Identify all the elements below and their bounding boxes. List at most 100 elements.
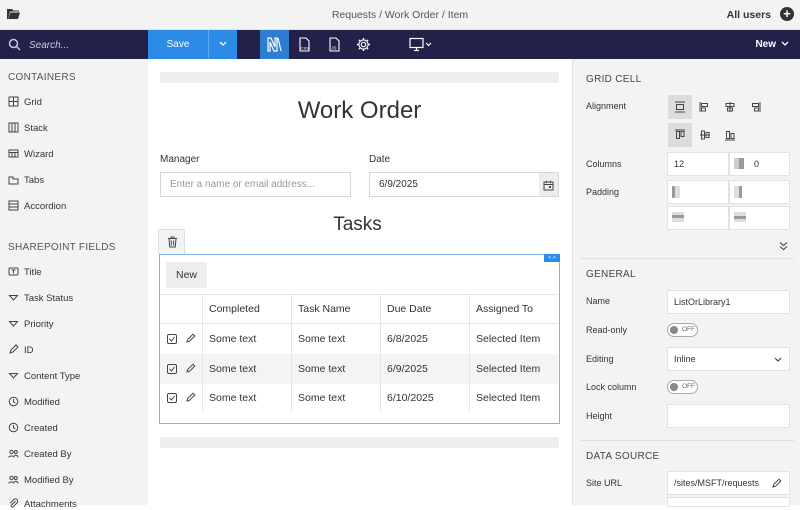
column-header-due-date[interactable]: Due Date (387, 303, 431, 315)
editing-select[interactable]: Inline (667, 347, 790, 371)
date-field[interactable]: 6/9/2025 (369, 172, 540, 197)
checkbox-icon[interactable] (167, 334, 177, 344)
stack-icon (8, 122, 19, 133)
name-label: Name (586, 296, 611, 306)
cell-task-name[interactable]: Some text (298, 392, 345, 404)
toolbox-item-label: Accordion (24, 201, 67, 212)
align-right-button[interactable] (743, 95, 767, 119)
clock-icon (8, 396, 19, 407)
manager-field[interactable]: Enter a name or email address... (160, 172, 351, 197)
grid-icon (8, 96, 19, 107)
valign-bottom-button[interactable] (718, 123, 742, 147)
cell-task-name[interactable]: Some text (298, 333, 345, 345)
readonly-toggle[interactable]: OFF (667, 323, 698, 337)
form-designer-icon (267, 37, 282, 52)
cell-completed[interactable]: Some text (209, 392, 256, 404)
cell-assigned-to[interactable]: Selected Item (476, 392, 540, 404)
js-editor-button[interactable]: JS (320, 30, 349, 59)
cell-due-date[interactable]: 6/8/2025 (387, 333, 428, 345)
tabs-icon (8, 176, 19, 185)
field-item-label: Created By (24, 449, 72, 460)
height-input[interactable] (667, 404, 790, 428)
section-divider (580, 258, 794, 259)
column-header-completed[interactable]: Completed (209, 303, 260, 315)
next-input[interactable] (667, 497, 790, 507)
align-center-button[interactable] (718, 95, 742, 119)
device-preview-dropdown[interactable] (402, 30, 436, 59)
delete-control-button[interactable] (158, 229, 185, 254)
field-item-label: Created (24, 423, 58, 434)
align-stretch-button[interactable] (668, 95, 692, 119)
checkbox-icon[interactable] (167, 393, 177, 403)
padding-left-icon (672, 186, 680, 198)
new-form-label: New (755, 39, 776, 50)
cell-assigned-to[interactable]: Selected Item (476, 333, 540, 345)
site-url-input[interactable]: /sites/MSFT/requests (667, 471, 790, 495)
code-tag-icon[interactable]: <·> (544, 254, 560, 262)
grid-row-placeholder[interactable] (160, 72, 559, 83)
cell-due-date[interactable]: 6/9/2025 (387, 363, 428, 375)
valign-top-button[interactable] (668, 123, 692, 147)
align-center-icon (725, 102, 735, 112)
date-label: Date (369, 154, 391, 165)
cell-task-name[interactable]: Some text (298, 363, 345, 375)
manager-label: Manager (160, 154, 200, 165)
field-item-label: Modified (24, 397, 60, 408)
save-button[interactable]: Save (148, 30, 208, 59)
align-left-button[interactable] (693, 95, 717, 119)
padding-right-icon (734, 186, 742, 198)
toolbox-item-label: Tabs (24, 175, 45, 186)
readonly-state: OFF (682, 326, 695, 333)
column-divider (380, 294, 381, 412)
js-file-icon: JS (329, 37, 340, 52)
column-divider (469, 294, 470, 412)
lock-column-toggle[interactable]: OFF (667, 380, 698, 394)
cell-completed[interactable]: Some text (209, 333, 256, 345)
column-divider (202, 294, 203, 412)
cell-completed[interactable]: Some text (209, 363, 256, 375)
containers-header: CONTAINERS (8, 72, 76, 83)
sharepoint-fields-header: SHAREPOINT FIELDS (8, 242, 116, 253)
column-header-assigned-to[interactable]: Assigned To (476, 303, 533, 315)
people-icon (8, 475, 19, 484)
column-header-task-name[interactable]: Task Name (298, 303, 351, 315)
field-item-label: Modified By (24, 475, 74, 486)
css-file-icon: CSS (299, 37, 310, 52)
field-item-label: Priority (24, 319, 54, 330)
chevron-down-icon (781, 41, 789, 47)
add-icon[interactable]: + (780, 7, 794, 21)
field-item-label: Title (24, 267, 42, 278)
columns-input[interactable]: 12 (667, 152, 729, 176)
cell-assigned-to[interactable]: Selected Item (476, 363, 540, 375)
align-right-icon (752, 102, 761, 112)
css-editor-button[interactable]: CSS (290, 30, 319, 59)
settings-button[interactable] (349, 30, 378, 59)
readonly-label: Read-only (586, 325, 628, 335)
edit-pencil-icon[interactable] (772, 478, 782, 488)
save-dropdown-button[interactable] (208, 30, 237, 59)
grid-row-placeholder[interactable] (160, 437, 559, 448)
edit-pencil-icon[interactable] (186, 363, 196, 373)
general-header: GENERAL (586, 269, 636, 280)
double-chevron-down-icon[interactable] (779, 241, 788, 251)
tasks-heading: Tasks (333, 214, 382, 235)
site-url-value: /sites/MSFT/requests (674, 478, 760, 488)
checkbox-icon[interactable] (167, 364, 177, 374)
form-title: Work Order (297, 97, 422, 124)
edit-pencil-icon[interactable] (186, 333, 196, 343)
valign-bottom-icon (725, 131, 735, 141)
date-picker-button[interactable] (539, 172, 559, 197)
gear-icon (357, 38, 370, 51)
wizard-icon (8, 149, 19, 158)
edit-pencil-icon[interactable] (186, 392, 196, 402)
height-label: Height (586, 411, 613, 421)
cell-due-date[interactable]: 6/10/2025 (387, 392, 434, 404)
new-task-button[interactable]: New (166, 262, 207, 288)
all-users-button[interactable]: All users (727, 9, 771, 21)
align-stretch-icon (675, 101, 685, 113)
new-form-dropdown[interactable]: New (755, 39, 789, 50)
valign-middle-button[interactable] (693, 123, 717, 147)
form-designer-button[interactable] (260, 30, 289, 59)
padding-bottom-icon (734, 212, 746, 222)
name-input[interactable]: ListOrLibrary1 (667, 290, 790, 314)
